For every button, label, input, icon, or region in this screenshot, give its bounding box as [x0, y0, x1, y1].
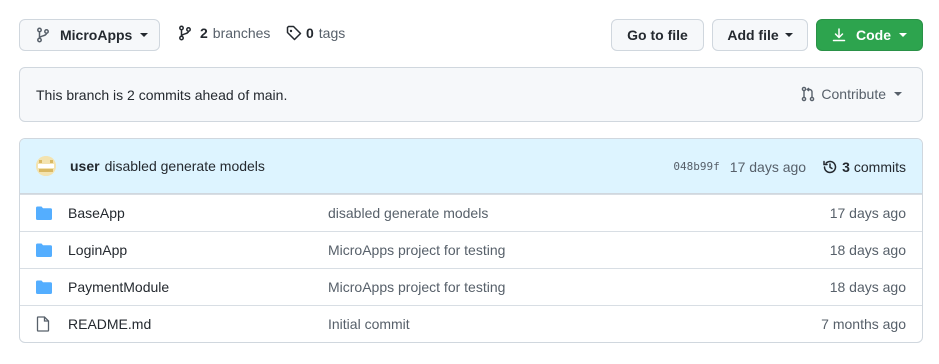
file-commit-message[interactable]: MicroApps project for testing [328, 279, 505, 295]
file-row[interactable]: LoginApp MicroApps project for testing 1… [20, 231, 922, 268]
file-browser: user disabled generate models 048b99f 17… [19, 138, 923, 343]
git-branch-icon [178, 25, 192, 41]
branch-select-button[interactable]: MicroApps [19, 19, 160, 51]
tag-icon [286, 25, 302, 41]
file-age: 18 days ago [829, 279, 906, 295]
file-age: 7 months ago [821, 316, 906, 332]
file-name[interactable]: PaymentModule [68, 279, 169, 295]
tags-count: 0 [306, 25, 314, 41]
avatar[interactable] [36, 156, 56, 176]
file-age: 18 days ago [829, 242, 906, 258]
commit-author[interactable]: user [70, 158, 100, 174]
commits-history-link[interactable]: 3 commits [822, 159, 906, 175]
file-row[interactable]: README.md Initial commit 7 months ago [20, 305, 922, 342]
add-file-button[interactable]: Add file [712, 19, 808, 51]
commit-age: 17 days ago [729, 158, 807, 175]
branch-status-banner: This branch is 2 commits ahead of main. … [19, 67, 923, 122]
file-row[interactable]: BaseApp disabled generate models 17 days… [20, 194, 922, 231]
folder-icon [36, 243, 52, 260]
go-to-file-button[interactable]: Go to file [611, 19, 704, 51]
file-name[interactable]: README.md [68, 316, 151, 332]
file-icon [36, 316, 50, 335]
file-name[interactable]: BaseApp [68, 205, 125, 221]
file-commit-message[interactable]: Initial commit [328, 316, 410, 332]
chevron-down-icon [899, 33, 907, 37]
contribute-label: Contribute [821, 86, 886, 102]
add-file-label: Add file [727, 27, 779, 43]
chevron-down-icon [784, 33, 793, 37]
chevron-down-icon [894, 92, 902, 96]
folder-icon [36, 206, 52, 223]
latest-commit-bar: user disabled generate models 048b99f 17… [20, 139, 922, 194]
tags-label: tags [318, 25, 346, 41]
go-to-file-label: Go to file [627, 27, 688, 43]
commit-sha[interactable]: 048b99f [673, 160, 719, 173]
history-icon [822, 159, 838, 175]
download-icon [832, 27, 846, 43]
branch-name: MicroApps [60, 27, 133, 43]
file-row[interactable]: PaymentModule MicroApps project for test… [20, 268, 922, 305]
branches-label: branches [212, 25, 271, 41]
branch-status-text: This branch is 2 commits ahead of main. [36, 86, 288, 103]
code-label: Code [856, 27, 891, 43]
commits-count: 3 [842, 158, 850, 175]
branches-count: 2 [200, 25, 208, 41]
file-commit-message[interactable]: disabled generate models [328, 205, 488, 221]
file-commit-message[interactable]: MicroApps project for testing [328, 242, 505, 258]
commits-label: commits [853, 158, 906, 175]
file-name[interactable]: LoginApp [68, 242, 127, 258]
commit-message[interactable]: disabled generate models [105, 158, 265, 174]
code-button[interactable]: Code [816, 19, 923, 51]
folder-icon [36, 280, 52, 297]
git-branch-icon [36, 27, 50, 43]
file-age: 17 days ago [829, 205, 906, 221]
pull-request-icon [801, 86, 815, 102]
chevron-down-icon [140, 33, 149, 37]
contribute-button[interactable]: Contribute [801, 86, 902, 102]
tags-link[interactable]: 0 tags [286, 25, 345, 41]
branches-link[interactable]: 2 branches [178, 25, 270, 41]
